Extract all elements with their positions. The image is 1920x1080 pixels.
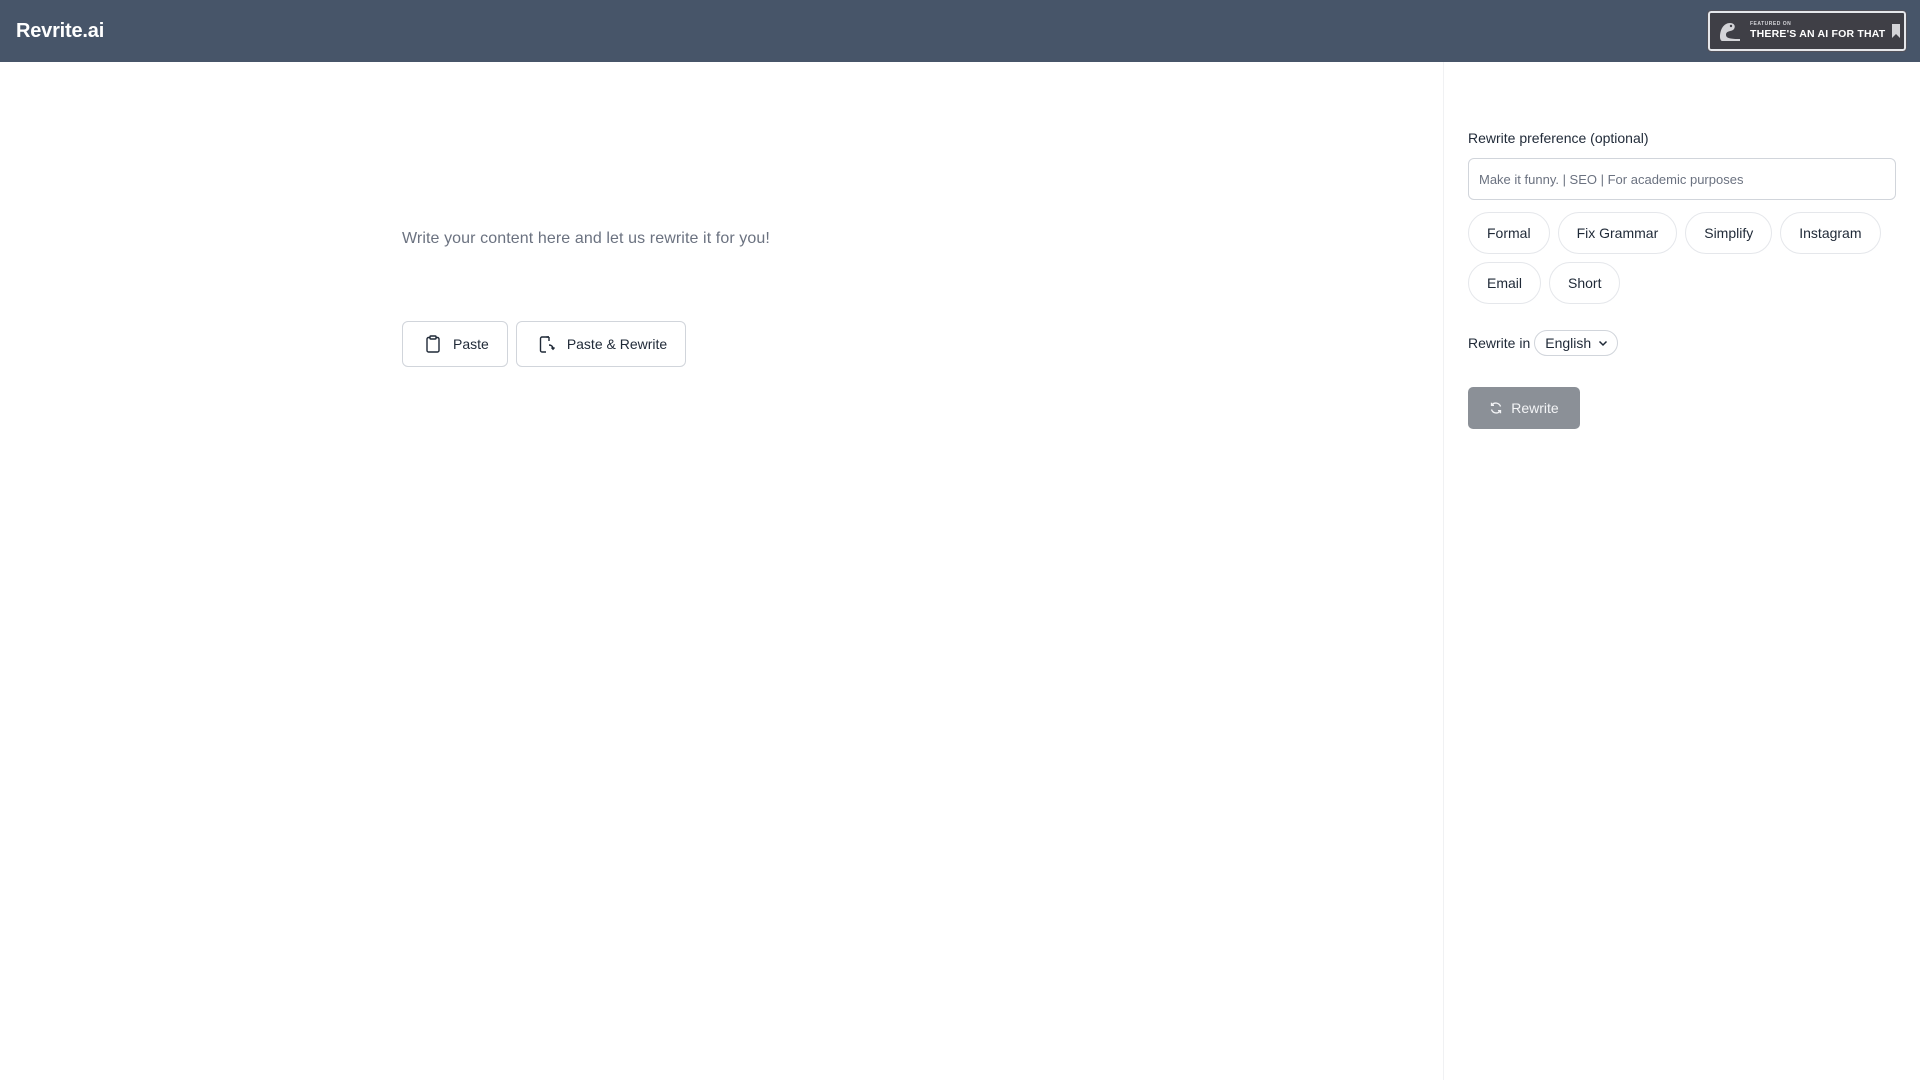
chip-simplify[interactable]: Simplify [1685,212,1773,254]
top-bar: Revrite.ai FEATURED ON THERE'S AN AI FOR… [0,0,1920,62]
preset-chips: Formal Fix Grammar Simplify Instagram Em… [1468,212,1898,304]
paste-button-label: Paste [453,336,489,352]
paste-button[interactable]: Paste [402,321,508,367]
featured-badge[interactable]: FEATURED ON THERE'S AN AI FOR THAT [1707,10,1907,52]
editor-placeholder[interactable]: Write your content here and let us rewri… [402,230,770,248]
language-row: Rewrite in English [1468,330,1619,356]
editor-actions: Paste Paste & Rewrite [402,321,687,367]
badge-small-text: FEATURED ON [1750,21,1792,28]
refresh-icon [1491,402,1502,414]
preference-label: Rewrite preference (optional) [1468,130,1649,146]
rewrite-button-label: Rewrite [1511,400,1559,416]
brand-logo[interactable]: Revrite.ai [16,20,104,43]
preference-input[interactable] [1468,158,1896,200]
chip-short[interactable]: Short [1549,262,1621,304]
bookmark-icon [1892,24,1901,38]
badge-big-text: THERE'S AN AI FOR THAT [1750,28,1886,41]
taaft-logo-icon [1720,23,1740,41]
language-select[interactable]: English [1534,330,1619,356]
paste-rewrite-button[interactable]: Paste & Rewrite [515,321,687,367]
rewrite-button[interactable]: Rewrite [1468,387,1580,429]
clipboard-icon [426,335,440,353]
language-label: Rewrite in [1468,335,1531,351]
editor-area[interactable]: Write your content here and let us rewri… [0,62,1443,1080]
chip-email[interactable]: Email [1468,262,1542,304]
panel-divider [1443,62,1444,1080]
chip-formal[interactable]: Formal [1468,212,1550,254]
chevron-down-icon [1599,340,1608,347]
chip-instagram[interactable]: Instagram [1780,212,1881,254]
paste-rewrite-icon [539,336,555,353]
chip-fix-grammar[interactable]: Fix Grammar [1557,212,1678,254]
paste-rewrite-button-label: Paste & Rewrite [566,336,668,352]
badge-text: FEATURED ON THERE'S AN AI FOR THAT [1750,22,1885,40]
language-selected: English [1545,335,1592,351]
